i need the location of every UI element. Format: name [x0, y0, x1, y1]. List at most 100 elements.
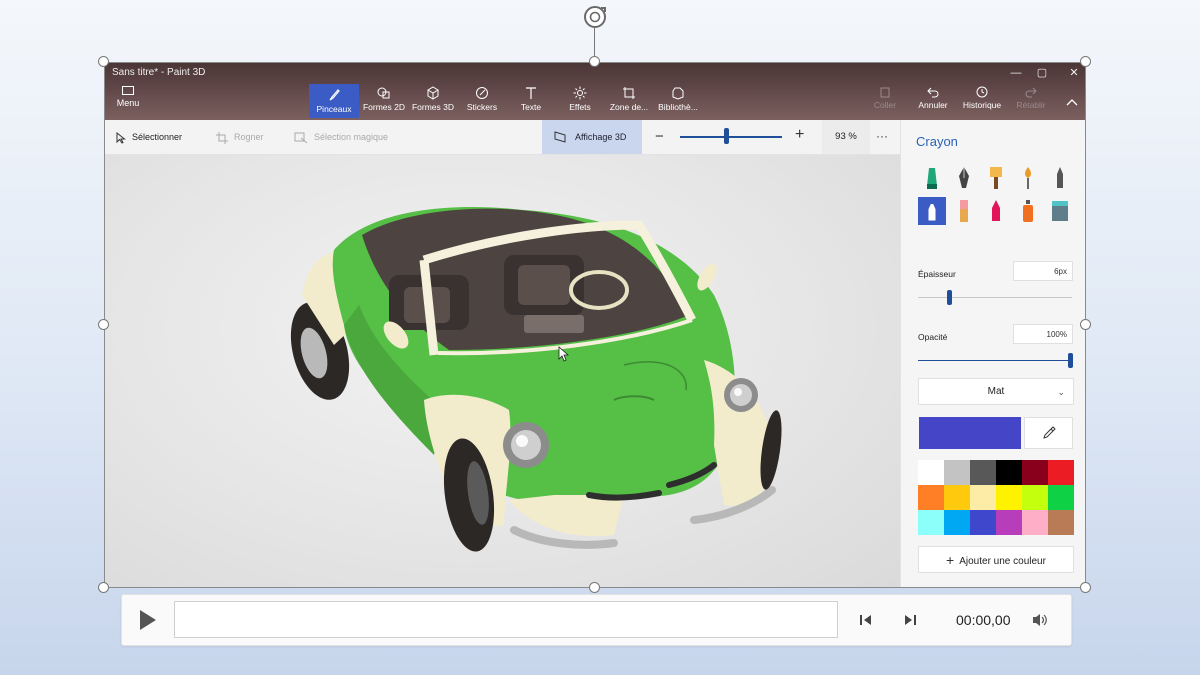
2d-shapes-icon [377, 87, 390, 99]
thickness-slider-thumb[interactable] [946, 290, 952, 305]
eraser-brush[interactable] [950, 197, 978, 225]
resize-handle-top-right[interactable] [1080, 56, 1091, 67]
canvas-area[interactable] [104, 155, 900, 588]
collapse-chevron-up-icon[interactable] [1066, 98, 1078, 106]
more-options-button[interactable]: ··· [876, 120, 888, 152]
close-button[interactable]: ✕ [1060, 64, 1086, 82]
title-bar: Sans titre* - Paint 3D — ▢ ✕ Menu Pincea… [104, 62, 1086, 120]
view-3d-toggle[interactable]: Affichage 3D [542, 120, 642, 154]
tool-effects[interactable]: Effets [555, 82, 605, 118]
color-swatch[interactable] [970, 485, 996, 510]
color-swatch[interactable] [944, 510, 970, 535]
finish-dropdown[interactable]: Mat ⌄ [918, 378, 1074, 405]
rotate-handle-icon[interactable] [580, 2, 610, 32]
view-3d-icon [554, 131, 566, 143]
undo-label: Annuler [918, 100, 948, 110]
thickness-input[interactable]: 6px [1013, 261, 1073, 281]
resize-handle-right[interactable] [1080, 319, 1091, 330]
color-swatch[interactable] [918, 460, 944, 485]
play-icon[interactable] [134, 607, 160, 633]
paste-button[interactable]: Coller [860, 86, 910, 110]
color-swatch[interactable] [944, 485, 970, 510]
select-label: Sélectionner [132, 132, 183, 142]
tool-canvas[interactable]: Zone de... [604, 82, 654, 118]
magic-select-button[interactable]: Sélection magique [294, 120, 388, 154]
color-swatch[interactable] [1048, 510, 1074, 535]
zoom-slider-thumb[interactable] [723, 128, 729, 144]
add-color-button[interactable]: + Ajouter une couleur [918, 546, 1074, 573]
current-color-swatch[interactable] [919, 417, 1021, 449]
3d-convertible-car-model[interactable] [104, 155, 900, 588]
color-swatch[interactable] [970, 510, 996, 535]
view-3d-label: Affichage 3D [575, 132, 627, 142]
eraser-icon [960, 200, 968, 222]
color-swatch[interactable] [918, 510, 944, 535]
tool-library[interactable]: Bibliothè... [653, 82, 703, 118]
oil-brush-icon [990, 167, 1002, 189]
window-title: Sans titre* - Paint 3D [112, 67, 206, 78]
brush-side-panel: Crayon Épaisseur 6px Opacité 100% Mat ⌄ … [900, 120, 1086, 588]
crayon-brush[interactable] [982, 197, 1010, 225]
opacity-slider-thumb[interactable] [1068, 353, 1073, 368]
text-icon [526, 87, 536, 99]
time-display: 00:00,00 [956, 612, 1011, 628]
watercolor-brush[interactable] [1014, 164, 1042, 192]
redo-button[interactable]: Rétablir [1006, 86, 1056, 110]
crop-button[interactable]: Rogner [216, 120, 264, 154]
zoom-in-button[interactable]: + [795, 126, 804, 144]
color-swatch[interactable] [1022, 460, 1048, 485]
tool-2d-shapes[interactable]: Formes 2D [359, 82, 409, 118]
resize-handle-bottom-left[interactable] [98, 582, 109, 593]
undo-button[interactable]: Annuler [908, 86, 958, 110]
timeline-track[interactable] [174, 601, 838, 638]
tool-text[interactable]: Texte [506, 82, 556, 118]
color-swatch[interactable] [1048, 485, 1074, 510]
calligraphy-pen-brush[interactable] [950, 164, 978, 192]
select-button[interactable]: Sélectionner [116, 120, 182, 154]
magic-select-label: Sélection magique [314, 132, 389, 142]
calligraphy-pen-icon [959, 167, 969, 188]
color-swatch[interactable] [996, 485, 1022, 510]
resize-handle-bottom-right[interactable] [1080, 582, 1091, 593]
volume-icon[interactable] [1030, 610, 1050, 630]
color-swatch[interactable] [970, 460, 996, 485]
thickness-slider[interactable] [918, 297, 1072, 298]
resize-handle-bottom[interactable] [589, 582, 600, 593]
tool-stickers[interactable]: Stickers [457, 82, 507, 118]
step-forward-icon[interactable] [900, 610, 920, 630]
color-swatch[interactable] [1022, 510, 1048, 535]
history-button[interactable]: Historique [957, 86, 1007, 110]
resize-handle-top[interactable] [589, 56, 600, 67]
resize-handle-left[interactable] [98, 319, 109, 330]
maximize-button[interactable]: ▢ [1028, 64, 1056, 82]
step-back-icon[interactable] [856, 610, 876, 630]
tool-3d-shapes[interactable]: Formes 3D [408, 82, 458, 118]
color-swatch[interactable] [996, 460, 1022, 485]
color-swatch[interactable] [944, 460, 970, 485]
eyedropper-icon [1042, 426, 1056, 439]
zoom-out-button[interactable]: − [655, 128, 664, 145]
menu-button[interactable]: Menu [110, 86, 146, 108]
opacity-slider[interactable] [918, 360, 1072, 361]
color-swatch[interactable] [1022, 485, 1048, 510]
crop-label: Rogner [234, 132, 264, 142]
fill-bucket-brush[interactable] [1046, 197, 1074, 225]
secondary-toolbar: Sélectionner Rogner Sélection magique Af… [104, 120, 900, 155]
marker-brush[interactable] [918, 164, 946, 192]
tool-label: Formes 2D [362, 102, 406, 112]
color-swatch[interactable] [996, 510, 1022, 535]
pixel-pen-brush[interactable] [1046, 164, 1074, 192]
opacity-input[interactable]: 100% [1013, 324, 1073, 344]
color-swatch[interactable] [1048, 460, 1074, 485]
tool-brushes[interactable]: Pinceaux [309, 84, 359, 118]
pencil-brush[interactable] [918, 197, 946, 225]
color-swatch[interactable] [918, 485, 944, 510]
eyedropper-button[interactable] [1024, 417, 1073, 449]
paste-label: Coller [873, 100, 897, 110]
color-palette [918, 460, 1074, 535]
minimize-button[interactable]: — [1002, 64, 1030, 82]
spray-can-brush[interactable] [1014, 197, 1042, 225]
resize-handle-top-left[interactable] [98, 56, 109, 67]
oil-brush[interactable] [982, 164, 1010, 192]
zoom-slider[interactable] [680, 136, 782, 138]
